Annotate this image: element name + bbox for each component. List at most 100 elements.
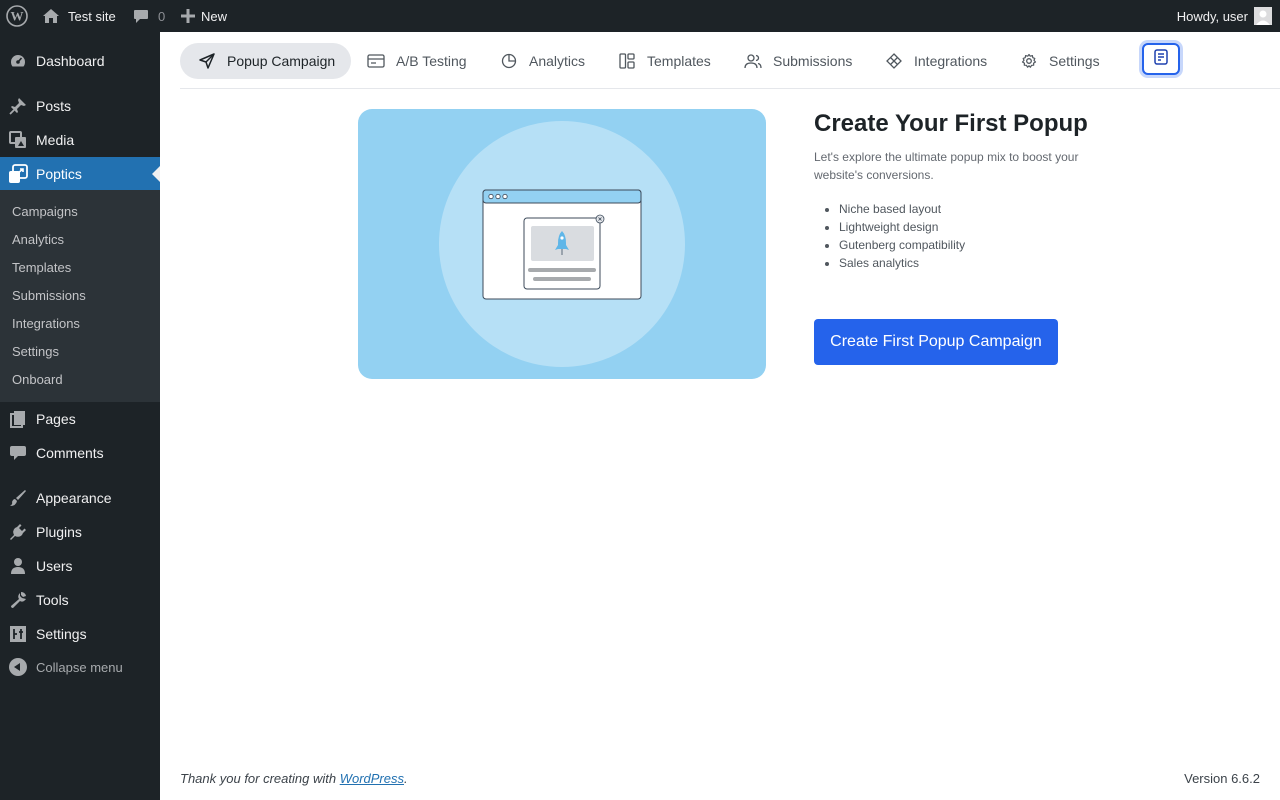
documentation-button[interactable] — [1142, 43, 1180, 75]
sidebar-item-label: Media — [36, 132, 75, 148]
hero-illustration — [358, 109, 766, 379]
tab-label: Popup Campaign — [227, 53, 336, 69]
sidebar-item-appearance[interactable]: Appearance — [0, 481, 160, 515]
dashboard-icon — [8, 51, 28, 71]
gear-icon — [1020, 52, 1038, 70]
sidebar-item-label: Plugins — [36, 524, 82, 540]
pages-icon — [8, 409, 28, 429]
tab-label: Analytics — [529, 53, 586, 69]
feature-item: Gutenberg compatibility — [839, 236, 965, 254]
poptics-icon — [8, 164, 28, 184]
comment-icon — [8, 443, 28, 463]
sidebar-item-label: Dashboard — [36, 53, 105, 69]
sidebar-item-pages[interactable]: Pages — [0, 402, 160, 436]
admin-bar: W Test site 0 New Howdy, user — [0, 0, 1280, 32]
user-icon — [8, 556, 28, 576]
settings-icon — [8, 624, 28, 644]
footer-thanks: Thank you for creating with WordPress. — [180, 771, 408, 786]
sidebar-item-poptics[interactable]: Poptics — [0, 157, 160, 191]
footer-thanks-prefix: Thank you for creating with — [180, 771, 340, 786]
collapse-arrow-icon — [9, 658, 27, 676]
plugin-icon — [8, 522, 28, 542]
tab-ab-testing[interactable]: A/B Testing — [367, 43, 467, 79]
sidebar-item-label: Users — [36, 558, 73, 574]
sidebar-item-label: Comments — [36, 445, 104, 461]
feature-item: Sales analytics — [839, 254, 965, 272]
sidebar-item-plugins[interactable]: Plugins — [0, 515, 160, 549]
tab-label: Templates — [647, 53, 711, 69]
pie-chart-icon — [500, 52, 518, 70]
tab-label: A/B Testing — [396, 53, 467, 69]
wordpress-link[interactable]: WordPress — [340, 771, 404, 786]
footer-version: Version 6.6.2 — [1184, 771, 1260, 786]
tab-submissions[interactable]: Submissions — [744, 43, 852, 79]
tab-integrations[interactable]: Integrations — [885, 43, 987, 79]
sidebar-item-label: Pages — [36, 411, 76, 427]
tab-settings[interactable]: Settings — [1020, 43, 1100, 79]
poptics-submenu: Campaigns Analytics Templates Submission… — [0, 190, 160, 402]
new-label: New — [201, 8, 228, 24]
sidebar-item-media[interactable]: Media — [0, 123, 160, 157]
home-icon — [42, 7, 60, 25]
tab-analytics[interactable]: Analytics — [500, 43, 585, 79]
create-first-popup-campaign-button[interactable]: Create First Popup Campaign — [814, 319, 1058, 365]
howdy-text: Howdy, user — [1176, 8, 1248, 24]
wrench-icon — [8, 590, 28, 610]
popup-browser-illustration — [439, 121, 685, 367]
tab-templates[interactable]: Templates — [618, 43, 711, 79]
hero-description: Let's explore the ultimate popup mix to … — [814, 150, 1079, 182]
collapse-menu-button[interactable]: Collapse menu — [0, 652, 160, 682]
sidebar-item-settings[interactable]: Settings — [0, 617, 160, 651]
media-icon — [8, 130, 28, 150]
admin-sidebar: Dashboard Posts Media Poptics Campaigns … — [0, 32, 160, 800]
tab-label: Submissions — [773, 53, 853, 69]
site-name: Test site — [68, 8, 116, 24]
pin-icon — [8, 96, 28, 116]
avatar — [1254, 7, 1272, 25]
submenu-item-settings[interactable]: Settings — [12, 342, 59, 362]
submenu-item-integrations[interactable]: Integrations — [12, 314, 80, 334]
comments-count: 0 — [158, 8, 166, 24]
site-name-link[interactable]: Test site — [42, 0, 116, 32]
brush-icon — [8, 488, 28, 508]
submenu-item-campaigns[interactable]: Campaigns — [12, 202, 78, 222]
layout-icon — [618, 52, 636, 70]
tab-label: Integrations — [914, 53, 988, 69]
account-menu[interactable]: Howdy, user — [1177, 0, 1272, 32]
poptics-tab-bar: Popup Campaign A/B Testing Analytics Tem… — [180, 32, 1280, 89]
sidebar-item-label: Tools — [36, 592, 69, 608]
feature-list: Niche based layout Lightweight design Gu… — [839, 200, 965, 272]
footer-thanks-suffix: . — [404, 771, 408, 786]
tab-popup-campaign[interactable]: Popup Campaign — [180, 43, 352, 79]
sidebar-item-label: Appearance — [36, 490, 112, 506]
sidebar-item-posts[interactable]: Posts — [0, 89, 160, 123]
comments-link[interactable]: 0 — [132, 0, 165, 32]
plus-icon — [181, 9, 195, 23]
submenu-item-analytics[interactable]: Analytics — [12, 230, 64, 250]
sidebar-item-label: Posts — [36, 98, 72, 114]
current-menu-arrow — [152, 166, 160, 182]
diamond-icon — [885, 52, 903, 70]
wordpress-logo-icon[interactable]: W — [6, 0, 30, 32]
new-content-link[interactable]: New — [181, 0, 227, 32]
feature-item: Lightweight design — [839, 218, 965, 236]
sidebar-item-users[interactable]: Users — [0, 549, 160, 583]
feature-item: Niche based layout — [839, 200, 965, 218]
submenu-item-submissions[interactable]: Submissions — [12, 286, 86, 306]
sidebar-item-label: Poptics — [36, 166, 82, 182]
users-icon — [744, 52, 762, 70]
sidebar-item-dashboard[interactable]: Dashboard — [0, 44, 160, 78]
sidebar-item-comments[interactable]: Comments — [0, 436, 160, 470]
submenu-item-templates[interactable]: Templates — [12, 258, 71, 278]
svg-text:W: W — [11, 9, 24, 24]
sidebar-item-tools[interactable]: Tools — [0, 583, 160, 617]
send-icon — [198, 52, 216, 70]
collapse-label: Collapse menu — [36, 659, 123, 675]
hero-title: Create Your First Popup — [814, 110, 1088, 137]
sidebar-item-label: Settings — [36, 626, 87, 642]
comment-bubble-icon — [132, 7, 150, 25]
document-icon — [1154, 48, 1168, 70]
submenu-item-onboard[interactable]: Onboard — [12, 370, 63, 390]
tab-label: Settings — [1049, 53, 1100, 69]
card-icon — [367, 52, 385, 70]
